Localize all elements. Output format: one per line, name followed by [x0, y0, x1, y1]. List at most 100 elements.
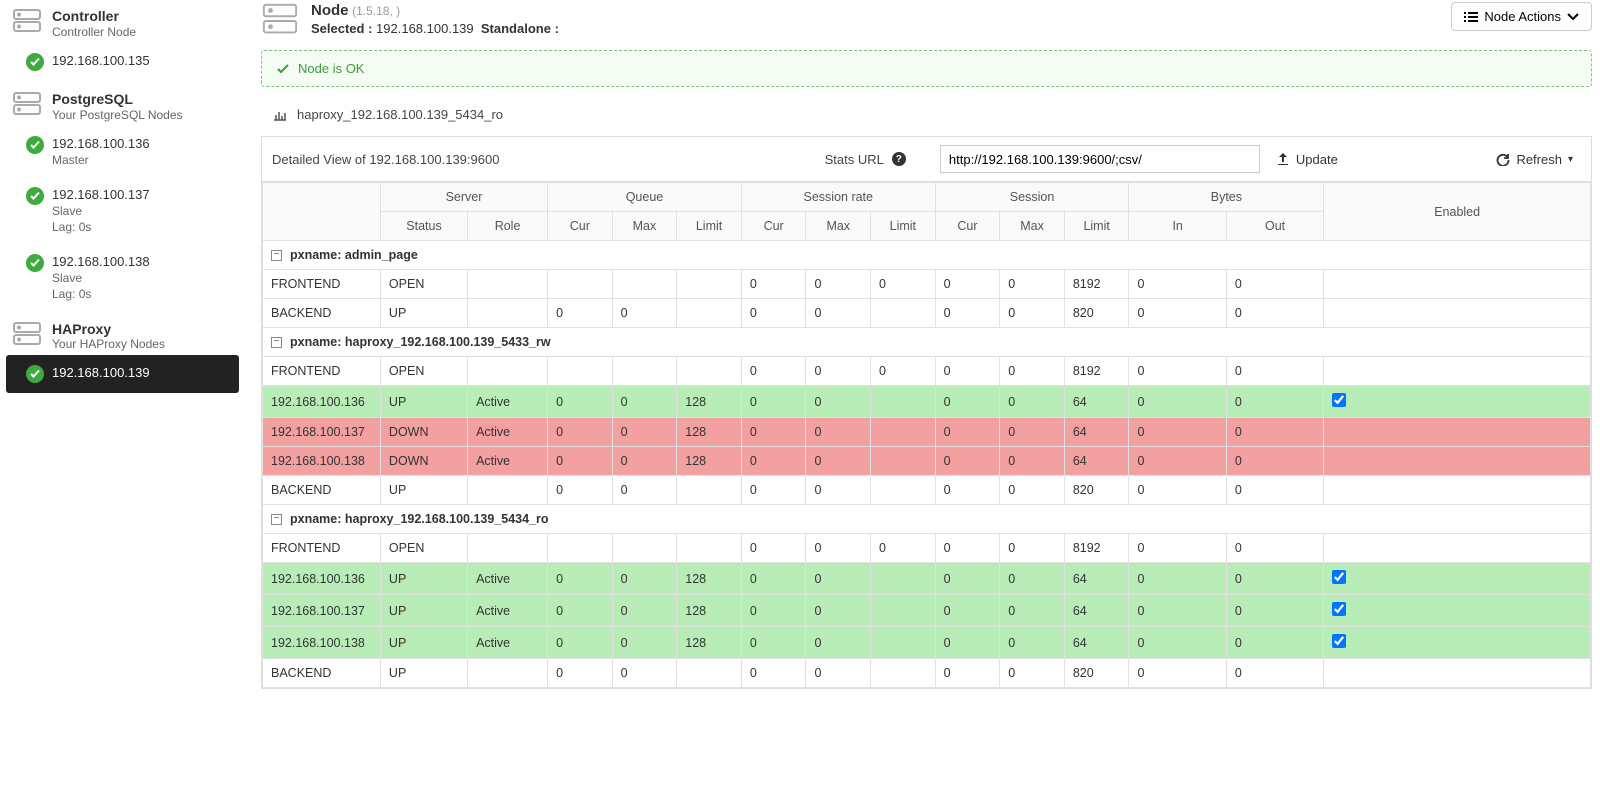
cell-srmax: 0: [806, 476, 871, 505]
sidebar-group-subtitle: Your HAProxy Nodes: [52, 337, 165, 351]
col-server: Server: [380, 183, 547, 212]
caret-down-icon: ▾: [1568, 154, 1573, 165]
cell-role: Active: [468, 627, 548, 659]
table-row: FRONTEND OPEN 0 0 0 0 0 8192 0 0: [263, 270, 1591, 299]
sidebar-item[interactable]: 192.168.100.139: [6, 355, 239, 393]
cell-enabled: [1324, 386, 1591, 418]
cell-enabled: [1324, 299, 1591, 328]
enabled-checkbox[interactable]: [1332, 602, 1346, 616]
cell-srlim: 0: [871, 357, 936, 386]
refresh-button[interactable]: Refresh ▾: [1488, 148, 1581, 171]
sidebar-item[interactable]: 192.168.100.136 Master: [6, 126, 239, 177]
sidebar-item[interactable]: 192.168.100.137SlaveLag: 0s: [6, 177, 239, 244]
cell-smax: 0: [1000, 595, 1065, 627]
cell-srmax: 0: [806, 270, 871, 299]
stats-url-input[interactable]: [940, 145, 1260, 173]
cell-role: [468, 534, 548, 563]
sidebar-group-header: PostgreSQL Your PostgreSQL Nodes: [6, 87, 239, 126]
cell-enabled: [1324, 659, 1591, 688]
sidebar-item[interactable]: 192.168.100.135: [6, 43, 239, 81]
cell-srlim: 0: [871, 270, 936, 299]
help-icon[interactable]: ?: [892, 152, 906, 166]
cell-bin: 0: [1129, 357, 1226, 386]
sidebar-item-label: 192.168.100.136: [52, 136, 150, 151]
table-row: 192.168.100.138 DOWN Active 0 0 128 0 0 …: [263, 447, 1591, 476]
cell-slim: 8192: [1064, 357, 1129, 386]
cell-scur: 0: [935, 595, 1000, 627]
collapse-icon[interactable]: −: [271, 337, 282, 348]
cell-qcur: 0: [548, 418, 613, 447]
cell-bout: 0: [1226, 659, 1323, 688]
enabled-checkbox[interactable]: [1332, 634, 1346, 648]
enabled-checkbox[interactable]: [1332, 570, 1346, 584]
cell-status: UP: [380, 299, 467, 328]
cell-qmax: 0: [612, 563, 677, 595]
sidebar-item-role: Master: [52, 153, 150, 167]
enabled-checkbox[interactable]: [1332, 393, 1346, 407]
sidebar-item[interactable]: 192.168.100.138SlaveLag: 0s: [6, 244, 239, 311]
col-qcur: Cur: [548, 212, 613, 241]
cell-srlim: [871, 418, 936, 447]
cell-srlim: [871, 659, 936, 688]
cell-slim: 64: [1064, 418, 1129, 447]
node-actions-button[interactable]: Node Actions: [1451, 2, 1592, 31]
col-smax: Max: [1000, 212, 1065, 241]
cell-srlim: [871, 563, 936, 595]
detail-label: Detailed View of 192.168.100.139:9600: [262, 144, 692, 175]
cell-bout: 0: [1226, 447, 1323, 476]
cell-role: Active: [468, 563, 548, 595]
cell-qmax: 0: [612, 299, 677, 328]
col-bin: In: [1129, 212, 1226, 241]
node-actions-label: Node Actions: [1484, 9, 1561, 24]
cell-srmax: 0: [806, 447, 871, 476]
refresh-label: Refresh: [1516, 152, 1562, 167]
collapse-icon[interactable]: −: [271, 250, 282, 261]
cell-qcur: 0: [548, 447, 613, 476]
topbar: Node (1.5.18, ) Selected : 192.168.100.1…: [261, 0, 1592, 50]
cell-bout: 0: [1226, 563, 1323, 595]
cell-qcur: 0: [548, 563, 613, 595]
cell-slim: 8192: [1064, 270, 1129, 299]
table-group-row[interactable]: −pxname: haproxy_192.168.100.139_5433_rw: [263, 328, 1591, 357]
server-icon: [12, 321, 42, 347]
cell-enabled: [1324, 595, 1591, 627]
chevron-down-icon: [1567, 13, 1579, 21]
main-content: Node (1.5.18, ) Selected : 192.168.100.1…: [245, 0, 1600, 709]
cell-qcur: [548, 270, 613, 299]
collapse-icon[interactable]: −: [271, 514, 282, 525]
cell-bin: 0: [1129, 627, 1226, 659]
col-srcur: Cur: [741, 212, 806, 241]
cell-status: UP: [380, 476, 467, 505]
sidebar: Controller Controller Node 192.168.100.1…: [0, 0, 245, 709]
cell-slim: 820: [1064, 659, 1129, 688]
cell-enabled: [1324, 447, 1591, 476]
cell-slim: 64: [1064, 595, 1129, 627]
cell-scur: 0: [935, 386, 1000, 418]
table-row: 192.168.100.138 UP Active 0 0 128 0 0 0 …: [263, 627, 1591, 659]
cell-srlim: [871, 299, 936, 328]
cell-name: 192.168.100.137: [263, 595, 381, 627]
cell-name: FRONTEND: [263, 270, 381, 299]
panel-header: Detailed View of 192.168.100.139:9600 St…: [262, 137, 1591, 182]
table-row: FRONTEND OPEN 0 0 0 0 0 8192 0 0: [263, 534, 1591, 563]
status-ok-icon: [26, 136, 44, 154]
cell-qmax: 0: [612, 386, 677, 418]
update-button[interactable]: Update: [1268, 148, 1346, 171]
cell-status: OPEN: [380, 534, 467, 563]
cell-srmax: 0: [806, 659, 871, 688]
node-title: Node: [311, 2, 349, 19]
cell-name: BACKEND: [263, 659, 381, 688]
cell-srlim: [871, 386, 936, 418]
cell-name: BACKEND: [263, 476, 381, 505]
node-version: (1.5.18, ): [352, 4, 400, 18]
table-group-row[interactable]: −pxname: haproxy_192.168.100.139_5434_ro: [263, 505, 1591, 534]
cell-scur: 0: [935, 627, 1000, 659]
server-icon: [12, 91, 42, 117]
table-group-row[interactable]: −pxname: admin_page: [263, 241, 1591, 270]
cell-qcur: 0: [548, 299, 613, 328]
cell-qlim: 128: [677, 447, 742, 476]
col-srlim: Limit: [871, 212, 936, 241]
cell-srcur: 0: [741, 534, 806, 563]
cell-qlim: [677, 659, 742, 688]
stats-panel: Detailed View of 192.168.100.139:9600 St…: [261, 136, 1592, 689]
